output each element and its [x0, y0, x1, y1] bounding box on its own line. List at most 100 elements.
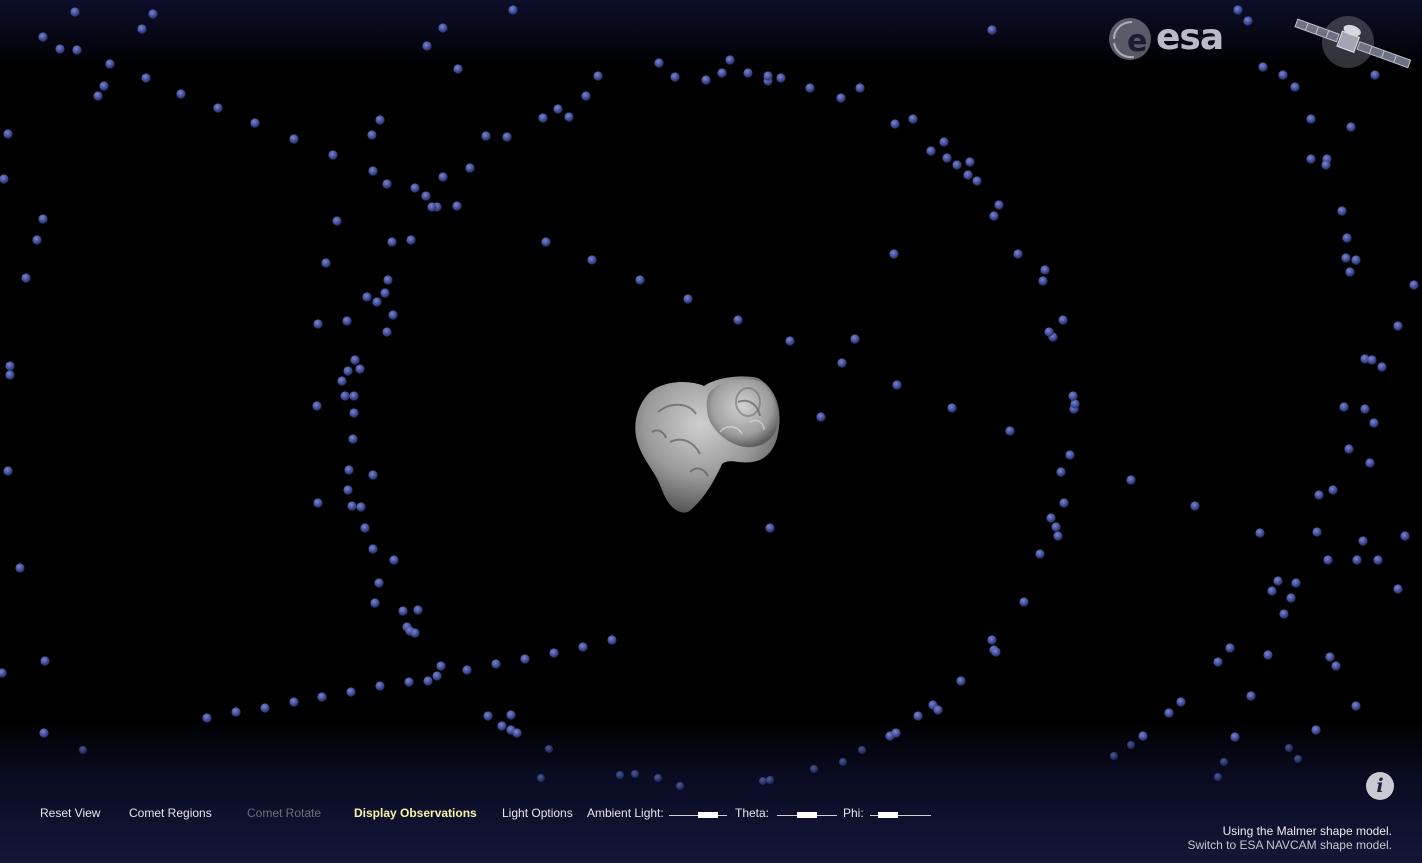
observation-point[interactable] — [1019, 597, 1029, 607]
observation-point[interactable] — [1393, 321, 1403, 331]
observation-point[interactable] — [1233, 5, 1243, 15]
observation-point[interactable] — [99, 81, 109, 91]
observation-point[interactable] — [956, 676, 966, 686]
observation-point[interactable] — [676, 782, 684, 790]
observation-point[interactable] — [1059, 498, 1069, 508]
observation-point[interactable] — [743, 68, 753, 78]
observation-point[interactable] — [383, 275, 393, 285]
observation-point[interactable] — [987, 635, 997, 645]
observation-point[interactable] — [1311, 725, 1321, 735]
slider-thumb[interactable] — [878, 812, 898, 818]
observation-point[interactable] — [3, 466, 13, 476]
comet-rotate-button[interactable]: Comet Rotate — [247, 806, 321, 820]
observation-point[interactable] — [317, 692, 327, 702]
observation-point[interactable] — [382, 327, 392, 337]
observation-point[interactable] — [3, 129, 13, 139]
observation-point[interactable] — [1291, 578, 1301, 588]
observation-point[interactable] — [481, 131, 491, 141]
observation-point[interactable] — [1051, 522, 1061, 532]
observation-point[interactable] — [465, 163, 475, 173]
observation-point[interactable] — [1279, 609, 1289, 619]
observation-point[interactable] — [1213, 657, 1223, 667]
observation-point[interactable] — [423, 676, 433, 686]
observation-point[interactable] — [1294, 755, 1302, 763]
observation-point[interactable] — [553, 104, 563, 114]
observation-point[interactable] — [1393, 584, 1403, 594]
observation-point[interactable] — [816, 412, 826, 422]
observation-point[interactable] — [581, 91, 591, 101]
observation-point[interactable] — [766, 776, 774, 784]
observation-point[interactable] — [785, 336, 795, 346]
observation-point[interactable] — [1344, 444, 1354, 454]
observation-point[interactable] — [372, 297, 382, 307]
observation-point[interactable] — [1110, 752, 1118, 760]
ambient-light-slider[interactable] — [669, 808, 727, 822]
observation-point[interactable] — [545, 745, 553, 753]
observation-point[interactable] — [15, 563, 25, 573]
observation-point[interactable] — [1286, 593, 1296, 603]
observation-point[interactable] — [1325, 652, 1335, 662]
observation-point[interactable] — [836, 93, 846, 103]
observation-point[interactable] — [1337, 206, 1347, 216]
observation-point[interactable] — [635, 275, 645, 285]
observation-point[interactable] — [40, 656, 50, 666]
observation-point[interactable] — [38, 214, 48, 224]
observation-point[interactable] — [436, 661, 446, 671]
info-icon[interactable]: i — [1366, 772, 1394, 800]
observation-point[interactable] — [654, 58, 664, 68]
display-observations-button[interactable]: Display Observations — [354, 806, 477, 820]
switch-shape-model-link[interactable]: Switch to ESA NAVCAM shape model. — [1187, 838, 1392, 852]
observation-point[interactable] — [593, 71, 603, 81]
observation-point[interactable] — [506, 710, 516, 720]
observation-point[interactable] — [1243, 16, 1253, 26]
observation-point[interactable] — [148, 9, 158, 19]
observation-point[interactable] — [38, 32, 48, 42]
observation-point[interactable] — [952, 160, 962, 170]
observation-point[interactable] — [1352, 555, 1362, 565]
observation-point[interactable] — [733, 315, 743, 325]
observation-point[interactable] — [1377, 362, 1387, 372]
observation-point[interactable] — [587, 255, 597, 265]
observation-point[interactable] — [0, 174, 9, 184]
observation-point[interactable] — [398, 606, 408, 616]
observation-point[interactable] — [890, 119, 900, 129]
observation-point[interactable] — [939, 137, 949, 147]
observation-point[interactable] — [1138, 731, 1148, 741]
observation-point[interactable] — [79, 746, 87, 754]
observation-point[interactable] — [538, 113, 548, 123]
observation-point[interactable] — [438, 172, 448, 182]
observation-point[interactable] — [701, 75, 711, 85]
observation-point[interactable] — [21, 273, 31, 283]
observation-point[interactable] — [933, 705, 943, 715]
observation-point[interactable] — [231, 707, 241, 717]
observation-point[interactable] — [972, 176, 982, 186]
observation-point[interactable] — [344, 465, 354, 475]
3d-viewport[interactable] — [0, 0, 1422, 863]
observation-point[interactable] — [1005, 426, 1015, 436]
observation-point[interactable] — [343, 366, 353, 376]
observation-point[interactable] — [404, 677, 414, 687]
observation-point[interactable] — [1035, 549, 1045, 559]
observation-point[interactable] — [1306, 154, 1316, 164]
observation-point[interactable] — [1339, 402, 1349, 412]
observation-point[interactable] — [1214, 773, 1222, 781]
observation-point[interactable] — [39, 728, 49, 738]
observation-point[interactable] — [913, 711, 923, 721]
observation-point[interactable] — [72, 45, 82, 55]
observation-point[interactable] — [370, 598, 380, 608]
observation-point[interactable] — [137, 24, 147, 34]
observation-point[interactable] — [388, 310, 398, 320]
observation-point[interactable] — [32, 235, 42, 245]
observation-point[interactable] — [520, 654, 530, 664]
observation-point[interactable] — [994, 200, 1004, 210]
observation-point[interactable] — [1263, 650, 1273, 660]
observation-point[interactable] — [631, 770, 639, 778]
observation-point[interactable] — [776, 73, 786, 83]
observation-point[interactable] — [1058, 315, 1068, 325]
observation-point[interactable] — [406, 235, 416, 245]
observation-point[interactable] — [367, 130, 377, 140]
observation-point[interactable] — [1068, 391, 1078, 401]
observation-point[interactable] — [1351, 255, 1361, 265]
observation-point[interactable] — [717, 68, 727, 78]
observation-point[interactable] — [1053, 531, 1063, 541]
